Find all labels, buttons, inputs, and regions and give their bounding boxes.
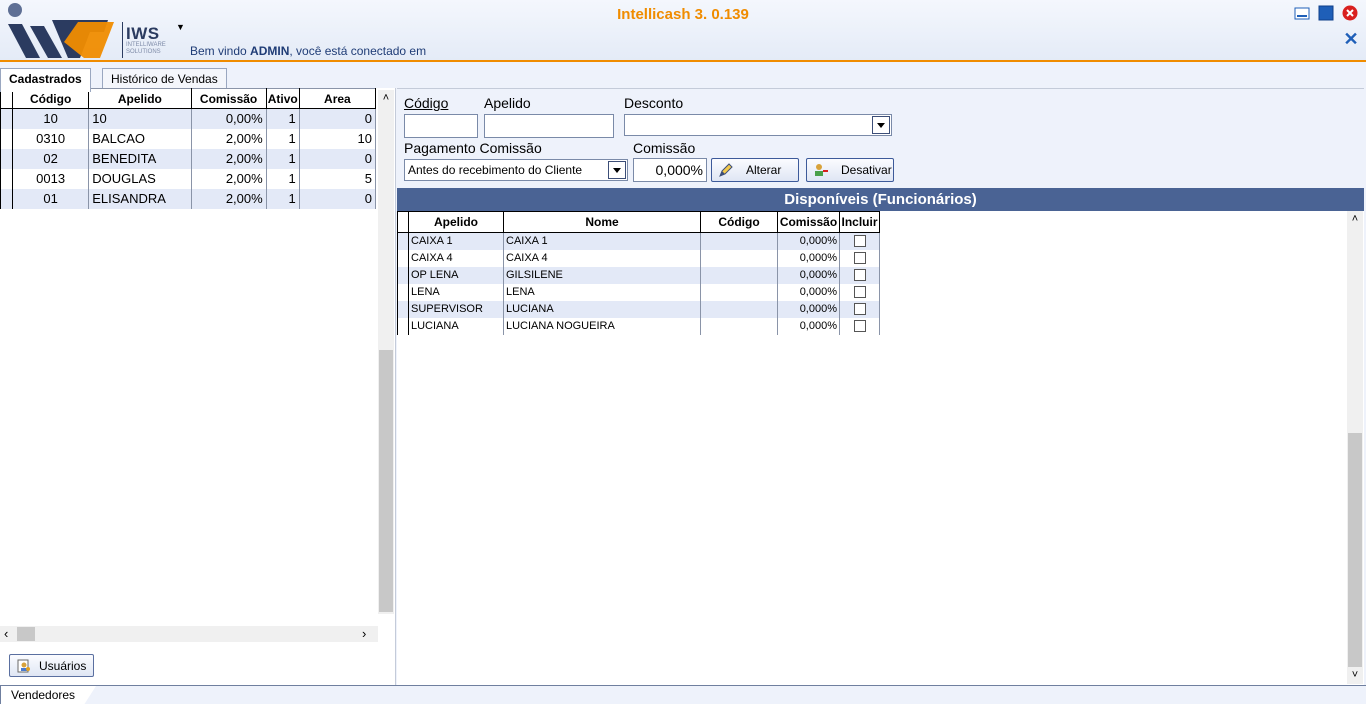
row-indicator (397, 249, 409, 267)
pencil-icon (719, 163, 733, 177)
codigo-label: Código (404, 95, 449, 111)
table-row[interactable]: 0013 DOUGLAS 2,00% 1 5 (0, 168, 377, 189)
table-row[interactable]: 10 10 0,00% 1 0 (0, 108, 377, 129)
table-row[interactable]: 02 BENEDITA 2,00% 1 0 (0, 148, 377, 169)
logo-subtitle: INTELLIWARE SOLUTIONS (126, 42, 166, 55)
col-codigo[interactable]: Código (700, 211, 778, 233)
menu-dropdown-arrow[interactable]: ▼ (176, 22, 185, 32)
table-row[interactable]: CAIXA 1 CAIXA 1 0,000% (397, 232, 880, 250)
maximize-icon[interactable] (1318, 5, 1334, 21)
detail-panel: Código Apelido Desconto Pagamento Comiss… (397, 88, 1364, 686)
table-row[interactable]: LUCIANA LUCIANA NOGUEIRA 0,000% (397, 317, 880, 335)
app-title: Intellicash 3. 0.139 (617, 6, 749, 23)
col-ativo[interactable]: Ativo (265, 88, 300, 109)
incluir-checkbox[interactable] (853, 286, 866, 298)
row-indicator (0, 128, 14, 149)
left-vertical-scrollbar[interactable]: ˄ (378, 90, 394, 614)
row-indicator (0, 108, 14, 129)
col-apelido[interactable]: Apelido (408, 211, 504, 233)
table-row[interactable]: LENA LENA 0,000% (397, 283, 880, 301)
incluir-checkbox[interactable] (853, 252, 866, 264)
col-area[interactable]: Area (298, 88, 377, 109)
disponiveis-grid: Apelido Nome Código Comissão Incluir CAI… (397, 211, 1364, 686)
alterar-button[interactable]: Alterar (711, 158, 799, 182)
tab-bar: Cadastrados Histórico de Vendas (0, 64, 1366, 92)
users-icon (17, 659, 30, 672)
comissao-input[interactable]: 0,000% (633, 158, 707, 182)
disponiveis-header: Disponíveis (Funcionários) (397, 188, 1364, 211)
chevron-down-icon[interactable] (872, 116, 890, 134)
row-indicator (0, 168, 14, 189)
col-apelido[interactable]: Apelido (88, 88, 192, 109)
scrollbar-thumb[interactable] (17, 627, 35, 641)
incluir-checkbox[interactable] (853, 235, 866, 248)
col-incluir[interactable]: Incluir (839, 211, 880, 233)
tab-cadastrados[interactable]: Cadastrados (0, 68, 91, 92)
tab-historico-vendas[interactable]: Histórico de Vendas (102, 68, 227, 90)
app-header: IWS INTELLIWARE SOLUTIONS ▼ Intellicash … (0, 0, 1366, 62)
table-row[interactable]: 01 ELISANDRA 2,00% 1 0 (0, 188, 377, 209)
right-vertical-scrollbar[interactable]: ˄ ˅ (1347, 211, 1363, 684)
row-indicator-header (397, 211, 409, 233)
scroll-up-icon[interactable]: ˄ (378, 92, 394, 104)
apelido-label: Apelido (484, 95, 531, 111)
usuarios-button[interactable]: Usuários (9, 654, 94, 677)
row-indicator (397, 300, 409, 318)
col-nome[interactable]: Nome (503, 211, 701, 233)
user-remove-icon (815, 164, 828, 176)
chevron-down-icon[interactable] (608, 161, 626, 179)
desconto-label: Desconto (624, 95, 684, 111)
incluir-checkbox[interactable] (853, 320, 866, 332)
desconto-select[interactable] (624, 114, 892, 136)
funcionarios-table: Apelido Nome Código Comissão Incluir CAI… (397, 211, 880, 335)
scroll-right-icon[interactable]: › (362, 626, 366, 642)
table-row[interactable]: 0310 BALCAO 2,00% 1 10 (0, 128, 377, 149)
left-horizontal-scrollbar[interactable]: ‹ › (0, 626, 378, 642)
tab-vendedores[interactable]: Vendedores (0, 686, 96, 704)
bottom-tab-bar: Vendedores (0, 685, 1366, 704)
row-indicator (397, 317, 409, 335)
pagamento-comissao-select[interactable]: Antes do recebimento do Cliente (404, 159, 628, 181)
col-comissao[interactable]: Comissão (777, 211, 840, 233)
incluir-checkbox[interactable] (853, 303, 866, 315)
scrollbar-thumb[interactable] (1348, 433, 1362, 667)
pagamento-comissao-label: Pagamento Comissão (404, 140, 542, 156)
col-comissao[interactable]: Comissão (190, 88, 267, 109)
row-indicator (0, 188, 14, 209)
desativar-button[interactable]: Desativar (806, 158, 894, 182)
scrollbar-thumb[interactable] (379, 350, 393, 612)
close-window-icon[interactable]: ✕ (1343, 30, 1359, 48)
welcome-user: ADMIN (250, 44, 290, 58)
row-indicator (0, 148, 14, 169)
table-row[interactable]: CAIXA 4 CAIXA 4 0,000% (397, 249, 880, 267)
incluir-checkbox[interactable] (853, 269, 866, 281)
table-row[interactable]: SUPERVISOR LUCIANA 0,000% (397, 300, 880, 318)
row-indicator (397, 283, 409, 301)
logo-text: IWS (126, 24, 160, 43)
cadastrados-panel: Código Apelido Comissão Ativo Area 10 10… (0, 88, 396, 685)
close-app-icon[interactable] (1342, 5, 1358, 21)
apelido-input[interactable] (484, 114, 614, 138)
row-indicator (397, 266, 409, 284)
table-row[interactable]: OP LENA GILSILENE 0,000% (397, 266, 880, 284)
vendedores-table: Código Apelido Comissão Ativo Area 10 10… (0, 88, 377, 209)
scroll-down-icon[interactable]: ˅ (1347, 669, 1363, 681)
welcome-message: Bem vindo ADMIN, você está conectado em (190, 44, 427, 58)
scroll-up-icon[interactable]: ˄ (1347, 213, 1363, 225)
minimize-icon[interactable] (1294, 5, 1310, 21)
codigo-input[interactable] (404, 114, 478, 138)
comissao-label: Comissão (633, 140, 696, 156)
scroll-left-icon[interactable]: ‹ (4, 626, 8, 642)
row-indicator (397, 232, 409, 250)
